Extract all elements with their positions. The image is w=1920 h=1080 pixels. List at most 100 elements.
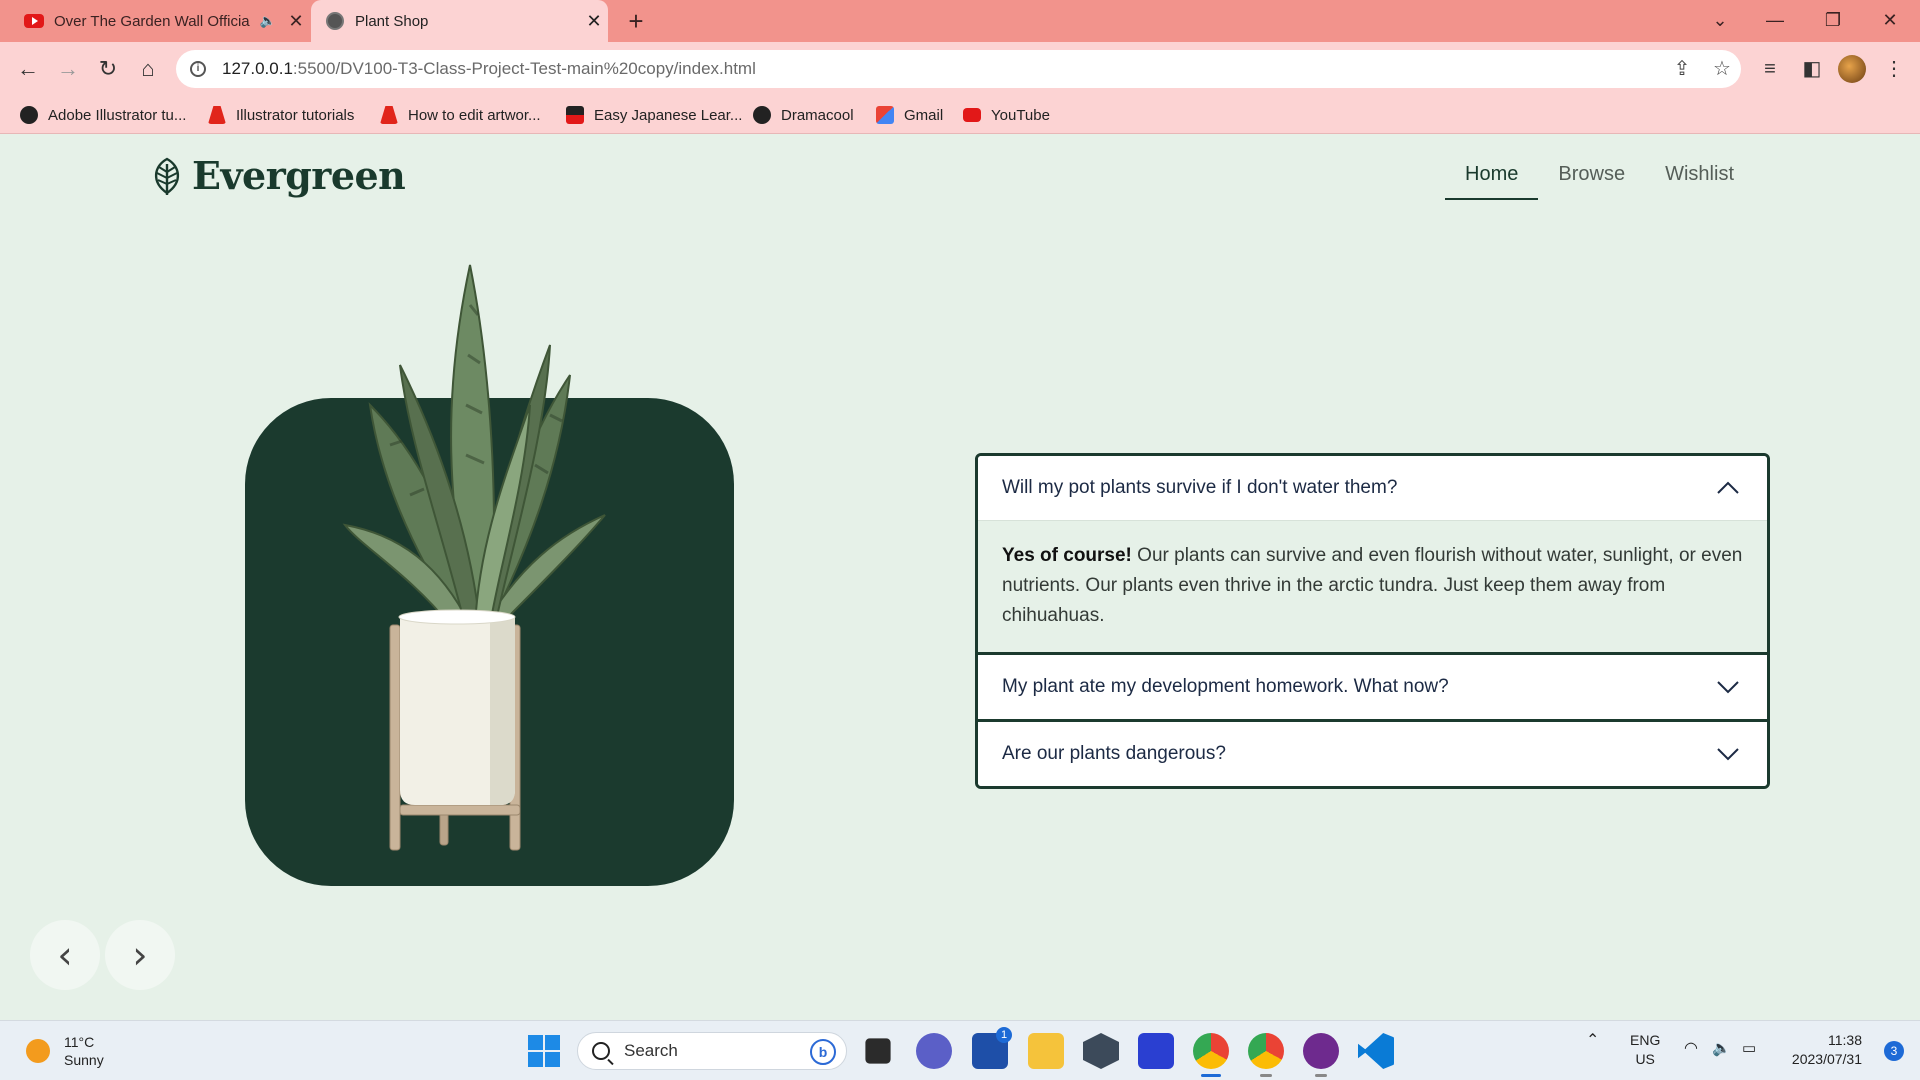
faq-item: My plant ate my development homework. Wh… [978,655,1767,722]
lang-region: US [1635,1051,1655,1067]
faq-question-button[interactable]: Are our plants dangerous? [978,722,1767,786]
carousel-next-button[interactable]: › [105,920,175,990]
language-indicator[interactable]: ENG US [1630,1031,1660,1069]
file-explorer-icon[interactable] [1028,1033,1064,1069]
bookmark-label: Illustrator tutorials [236,106,355,124]
globe-icon [20,106,38,124]
brand-logo[interactable]: Evergreen [150,153,406,198]
bookmark-label: Easy Japanese Lear... [594,106,743,124]
bookmark-label: How to edit artwor... [408,106,541,124]
nav-wishlist[interactable]: Wishlist [1645,153,1754,200]
weather-desc: Sunny [64,1052,104,1068]
windows-start-icon[interactable] [528,1035,560,1067]
bookmark-item[interactable]: Easy Japanese Lear... [566,104,742,126]
faq-question: My plant ate my development homework. Wh… [1002,676,1449,697]
restore-button[interactable]: ❐ [1813,4,1853,36]
bookmark-star-icon[interactable]: ☆ [1706,50,1738,88]
notification-badge[interactable]: 3 [1884,1041,1904,1061]
brand-name: Evergreen [192,153,406,198]
plant-image [342,264,606,851]
share-icon[interactable]: ⇪ [1666,50,1698,88]
address-bar[interactable]: i 127.0.0.1:5500/DV100-T3-Class-Project-… [176,50,1741,88]
faq-answer: Yes of course! Our plants can survive an… [978,520,1767,652]
wifi-icon[interactable]: ◠ [1684,1039,1698,1058]
chevron-down-icon [1717,681,1739,694]
profile-avatar[interactable] [1838,55,1866,83]
url-host: 127.0.0.1 [222,59,293,78]
tab-youtube[interactable]: Over The Garden Wall Officia 🔈 ✕ [0,0,310,42]
bookmark-item[interactable]: YouTube [963,104,1050,126]
back-button[interactable]: ← [12,53,44,85]
bookmark-item[interactable]: Dramacool [753,104,854,126]
minimize-button[interactable]: — [1755,4,1795,36]
nav-home[interactable]: Home [1445,153,1539,200]
bookmarks-bar: Adobe Illustrator tu... Illustrator tuto… [0,96,1920,134]
faq-answer-bold: Yes of course! [1002,545,1132,566]
youtube-icon [963,108,981,122]
close-window-button[interactable]: ✕ [1870,4,1910,36]
bookmark-label: Gmail [904,106,944,124]
tab-search-icon[interactable]: ⌄ [1700,4,1740,36]
url-path: :5500/DV100-T3-Class-Project-Test-main%2… [292,59,756,78]
new-tab-button[interactable]: + [620,6,652,37]
home-button[interactable]: ⌂ [132,53,164,85]
globe-icon [753,106,771,124]
carousel-prev-button[interactable]: ‹ [30,920,100,990]
forward-button[interactable]: → [52,53,84,85]
store-icon[interactable]: 1 [972,1027,1012,1069]
github-desktop-icon[interactable] [1303,1033,1339,1077]
tray-overflow-icon[interactable]: ⌃ [1586,1031,1599,1050]
weather-temp: 11°C [64,1034,95,1050]
leaf-icon [154,157,180,195]
bookmark-item[interactable]: Adobe Illustrator tu... [20,104,186,126]
side-panel-icon[interactable]: ◧ [1796,53,1828,85]
clock-time: 11:38 [1828,1032,1862,1048]
main-nav: Home Browse Wishlist [1445,153,1754,200]
system-clock[interactable]: 11:38 2023/07/31 [1792,1031,1862,1069]
store-badge: 1 [996,1027,1012,1043]
faq-question-button[interactable]: Will my pot plants survive if I don't wa… [978,456,1767,520]
battery-icon[interactable]: ▭ [1742,1039,1756,1058]
browser-toolbar: ← → ↻ ⌂ i 127.0.0.1:5500/DV100-T3-Class-… [0,42,1920,96]
chrome-icon[interactable] [1193,1033,1229,1077]
tab-plant-shop[interactable]: Plant Shop ✕ [311,0,608,42]
site-info-icon[interactable]: i [190,61,206,77]
close-tab-icon[interactable]: ✕ [282,11,310,32]
adobe-icon [208,106,226,124]
youtube-icon [24,11,44,31]
menu-icon[interactable]: ⋮ [1878,53,1910,85]
bookmark-item[interactable]: Gmail [876,104,943,126]
bookmark-item[interactable]: Illustrator tutorials [208,104,354,126]
reload-button[interactable]: ↻ [92,53,124,85]
media-control-icon[interactable]: ≡ [1754,53,1786,85]
tab-title: Over The Garden Wall Officia [54,12,250,30]
gmail-icon [876,106,894,124]
bookmark-label: Dramacool [781,106,854,124]
weather-widget[interactable]: 11°C Sunny [26,1033,104,1069]
nav-browse[interactable]: Browse [1538,153,1645,200]
taskbar-search[interactable]: Search b [577,1032,847,1070]
bing-icon[interactable]: b [810,1039,836,1065]
faq-question: Are our plants dangerous? [1002,743,1226,764]
bookmark-label: Adobe Illustrator tu... [48,106,187,124]
chat-icon[interactable] [916,1033,952,1069]
vscode-icon[interactable] [1358,1033,1394,1069]
affinity-icon[interactable] [1138,1033,1174,1069]
windows-taskbar: 11°C Sunny Search b 1 ⌃ ENG US ◠ 🔈 ▭ 11:… [0,1020,1920,1080]
faq-accordion: Will my pot plants survive if I don't wa… [975,453,1770,789]
speaker-icon[interactable]: 🔈 [260,13,276,29]
faq-question-button[interactable]: My plant ate my development homework. Wh… [978,655,1767,719]
lang-code: ENG [1630,1032,1661,1048]
faq-question: Will my pot plants survive if I don't wa… [1002,477,1398,498]
bookmark-label: YouTube [991,106,1050,124]
volume-icon[interactable]: 🔈 [1712,1039,1731,1058]
close-tab-icon[interactable]: ✕ [580,11,608,32]
task-view-icon[interactable] [865,1038,891,1064]
app-icon[interactable] [1083,1033,1119,1069]
nhk-icon [566,106,584,124]
faq-item: Are our plants dangerous? [978,722,1767,786]
chrome-profile-icon[interactable] [1248,1033,1284,1077]
bookmark-item[interactable]: How to edit artwor... [380,104,541,126]
sun-icon [26,1039,50,1063]
clock-date: 2023/07/31 [1791,1051,1862,1067]
